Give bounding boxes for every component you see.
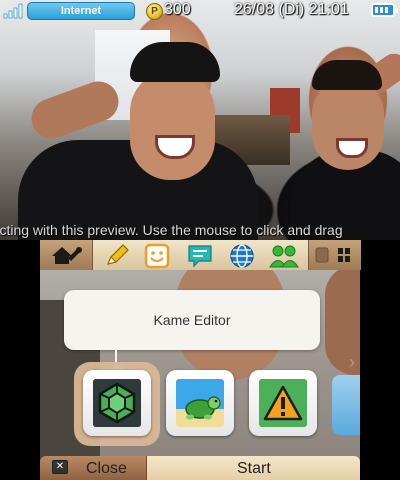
chevron-right-icon[interactable]: ›	[344, 350, 360, 374]
start-button-label: Start	[237, 460, 271, 477]
status-bar: Internet P 300 26/08 (Di) 21:01	[0, 0, 400, 22]
battery-icon	[371, 3, 398, 17]
date-time: 26/08 (Di) 21:01	[234, 1, 349, 18]
close-button[interactable]: ✕ Close	[40, 456, 147, 480]
app-title-tooltip: Kame Editor	[64, 290, 320, 350]
warning-triangle-icon	[259, 379, 307, 427]
friends-icon[interactable]	[268, 242, 300, 270]
close-button-label: Close	[86, 460, 127, 477]
smiley-face-icon[interactable]	[143, 242, 171, 270]
preview-hint-text: racting with this preview. Use the mouse…	[0, 222, 343, 238]
play-coin-icon: P	[146, 3, 163, 20]
play-coin-count: 300	[164, 1, 191, 18]
home-settings-icon[interactable]	[48, 243, 82, 267]
kame-editor-tile[interactable]	[83, 370, 151, 436]
start-button[interactable]: Start	[147, 456, 360, 480]
notes-pencil-icon[interactable]	[103, 242, 131, 270]
speech-bubble-icon[interactable]	[186, 242, 214, 270]
next-app-tile-partial[interactable]	[332, 375, 360, 435]
turtle-cartoon-icon	[176, 379, 224, 427]
bottom-screen[interactable]: Kame Editor › ✕ Close Start	[0, 240, 400, 480]
network-status-label: Internet	[27, 2, 135, 20]
top-screen: Internet P 300 26/08 (Di) 21:01 racting …	[0, 0, 400, 240]
turtle-beach-tile[interactable]	[166, 370, 234, 436]
turtle-shell-icon	[93, 379, 141, 427]
wifi-signal-icon	[3, 3, 23, 19]
grid-view-icon[interactable]	[314, 246, 354, 264]
warning-app-tile[interactable]	[249, 370, 317, 436]
bottom-bar: ✕ Close Start	[40, 456, 360, 480]
globe-icon[interactable]	[228, 242, 256, 270]
x-button-icon: ✕	[52, 460, 68, 474]
